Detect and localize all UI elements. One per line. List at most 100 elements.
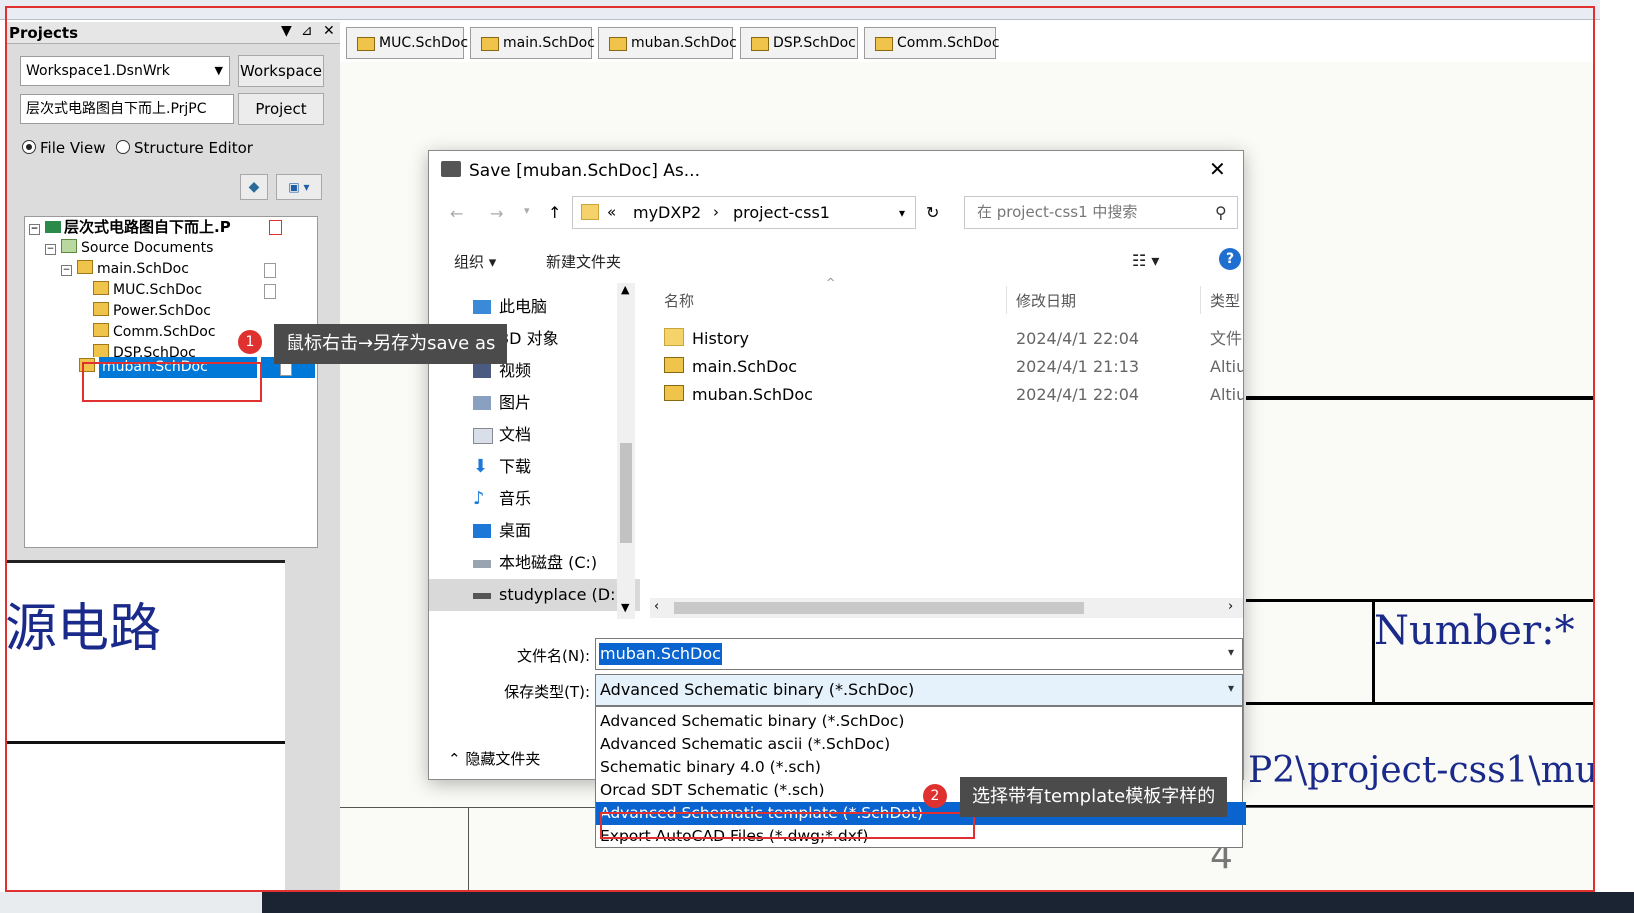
address-dropdown-icon[interactable]: ▾ <box>899 206 905 220</box>
up-icon[interactable]: ↑ <box>548 203 561 222</box>
project-select[interactable]: 层次式电路图自下而上.PrjPC <box>20 94 234 124</box>
address-bar[interactable]: « myDXP2 › project-css1 ▾ <box>572 196 916 229</box>
tab-comm[interactable]: Comm.SchDoc <box>864 27 1000 59</box>
nav-label: 本地磁盘 (C:) <box>499 553 598 572</box>
search-input[interactable]: 在 project-css1 中搜索 ⚲ <box>964 196 1238 229</box>
close-icon[interactable]: ✕ <box>1209 157 1226 181</box>
file-row-history[interactable]: History <box>664 325 749 353</box>
option-schdoc-binary[interactable]: Advanced Schematic binary (*.SchDoc) <box>596 710 1246 733</box>
file-list-hscrollbar[interactable]: ‹ › <box>650 598 1243 618</box>
back-icon[interactable]: ← <box>450 204 463 223</box>
document-icon <box>264 284 276 299</box>
scroll-thumb[interactable] <box>674 602 1084 614</box>
scroll-right-icon[interactable]: › <box>1228 599 1233 614</box>
schdoc-icon <box>357 37 375 51</box>
file-row-muban[interactable]: muban.SchDoc <box>664 381 813 409</box>
option-sch-binary-4[interactable]: Schematic binary 4.0 (*.sch) <box>596 756 1246 779</box>
file-name: muban.SchDoc <box>692 385 813 404</box>
help-icon[interactable]: ? <box>1219 248 1241 270</box>
callout-step-2: 选择带有template模板字样的 <box>960 777 1228 817</box>
panel-menu-arrow-icon[interactable]: ▼ <box>281 23 292 39</box>
refresh-icon[interactable]: ↻ <box>926 203 939 222</box>
tab-label: DSP.SchDoc <box>773 35 856 51</box>
tree-item-dsp[interactable]: DSP.SchDoc <box>93 343 196 357</box>
view-options-icon[interactable]: ☷ ▾ <box>1132 251 1159 270</box>
project-button[interactable]: Project <box>238 93 324 125</box>
tree-item-comm[interactable]: Comm.SchDoc <box>93 322 216 343</box>
folder-icon <box>664 328 684 346</box>
tree-source-documents[interactable]: − Source Documents <box>45 238 213 259</box>
collapse-icon[interactable]: − <box>29 224 40 235</box>
project-tree: − 层次式电路图自下而上.P − Source Documents − main.Sc… <box>24 216 318 548</box>
tab-label: Comm.SchDoc <box>897 35 1000 51</box>
column-name-header[interactable]: 名称 <box>664 290 694 311</box>
workspace-select[interactable]: Workspace1.DsnWrk ▼ <box>20 56 230 86</box>
breadcrumb-mydxp2[interactable]: myDXP2 <box>633 203 701 222</box>
scroll-down-icon[interactable]: ▼ <box>621 601 629 614</box>
tree-item-power[interactable]: Power.SchDoc <box>93 301 211 322</box>
file-name: main.SchDoc <box>692 357 798 376</box>
collapse-icon[interactable]: − <box>61 265 72 276</box>
option-autocad-export[interactable]: Export AutoCAD Files (*.dwg;*.dxf) <box>596 825 1246 848</box>
schdoc-icon <box>93 323 109 337</box>
tab-main[interactable]: main.SchDoc <box>470 27 595 59</box>
forward-icon[interactable]: → <box>490 204 503 223</box>
dropdown-arrow-icon[interactable]: ▾ <box>1228 681 1234 695</box>
file-row-main[interactable]: main.SchDoc <box>664 353 797 381</box>
source-documents-label: Source Documents <box>81 240 214 256</box>
step-badge-2: 2 <box>923 784 947 808</box>
big-title-text: 源电路 <box>5 599 162 659</box>
scroll-up-icon[interactable]: ▲ <box>621 283 629 296</box>
new-folder-button[interactable]: 新建文件夹 <box>546 251 621 272</box>
nav-label: 桌面 <box>499 521 532 540</box>
drive-icon <box>473 560 491 568</box>
hide-folders-toggle[interactable]: ⌃ 隐藏文件夹 <box>448 748 540 769</box>
tree-root-label: 层次式电路图自下而上.P <box>64 218 231 236</box>
collapse-icon[interactable]: − <box>45 244 56 255</box>
option-schdoc-ascii[interactable]: Advanced Schematic ascii (*.SchDoc) <box>596 733 1246 756</box>
file-path-text: P2\project-css1\mu <box>1248 750 1595 791</box>
drive-icon <box>473 593 491 599</box>
filename-value: muban.SchDoc <box>599 643 722 665</box>
dialog-title: Save [muban.SchDoc] As... <box>469 161 700 181</box>
file-view-radio[interactable]: File View <box>22 139 105 157</box>
column-type-header[interactable]: 类型 <box>1210 290 1243 311</box>
scroll-thumb[interactable] <box>620 443 632 543</box>
close-panel-icon[interactable]: ✕ <box>323 23 335 39</box>
breadcrumb-project-css1[interactable]: project-css1 <box>733 203 830 222</box>
tab-label: MUC.SchDoc <box>379 35 469 51</box>
file-date: 2024/4/1 21:13 <box>1016 357 1140 376</box>
schdoc-icon <box>77 260 93 274</box>
dropdown-arrow-icon[interactable]: ▾ <box>1228 645 1234 659</box>
tree-item-muc[interactable]: MUC.SchDoc <box>93 280 313 301</box>
project-options-icon[interactable]: ◆ <box>240 174 268 200</box>
recent-dropdown-icon[interactable]: ▾ <box>524 204 530 217</box>
tab-muc[interactable]: MUC.SchDoc <box>346 27 468 59</box>
tree-item-label: MUC.SchDoc <box>113 282 203 298</box>
divider-line <box>5 741 285 744</box>
filename-label: 文件名(N): <box>517 647 590 665</box>
filename-input[interactable]: muban.SchDoc ▾ <box>595 638 1243 670</box>
tree-item-main[interactable]: − main.SchDoc <box>61 259 314 280</box>
document-icon <box>264 263 276 278</box>
computer-icon <box>473 300 491 314</box>
tab-dsp[interactable]: DSP.SchDoc <box>740 27 858 59</box>
pcb-project-icon <box>45 221 61 233</box>
breadcrumb-overflow[interactable]: « <box>607 203 616 221</box>
tab-muban[interactable]: muban.SchDoc <box>598 27 737 59</box>
border-line <box>468 807 469 892</box>
workspace-button[interactable]: Workspace <box>238 55 324 87</box>
tree-root-project[interactable]: − 层次式电路图自下而上.P <box>29 217 314 238</box>
panel-title: Projects <box>9 24 79 42</box>
pin-icon[interactable]: ⊿ <box>301 23 313 39</box>
column-date-header[interactable]: 修改日期 <box>1016 290 1076 311</box>
structure-editor-radio[interactable]: Structure Editor <box>116 139 253 157</box>
compile-dropdown-icon[interactable]: ▣ ▾ <box>276 174 322 200</box>
nav-scrollbar[interactable]: ▲ ▼ <box>617 283 635 619</box>
column-divider[interactable] <box>1200 286 1201 314</box>
schdoc-icon <box>93 344 109 357</box>
organize-menu[interactable]: 组织 ▾ <box>454 251 496 272</box>
column-divider[interactable] <box>1006 286 1007 314</box>
filetype-select[interactable]: Advanced Schematic binary (*.SchDoc) ▾ <box>595 674 1243 706</box>
scroll-left-icon[interactable]: ‹ <box>654 599 659 614</box>
